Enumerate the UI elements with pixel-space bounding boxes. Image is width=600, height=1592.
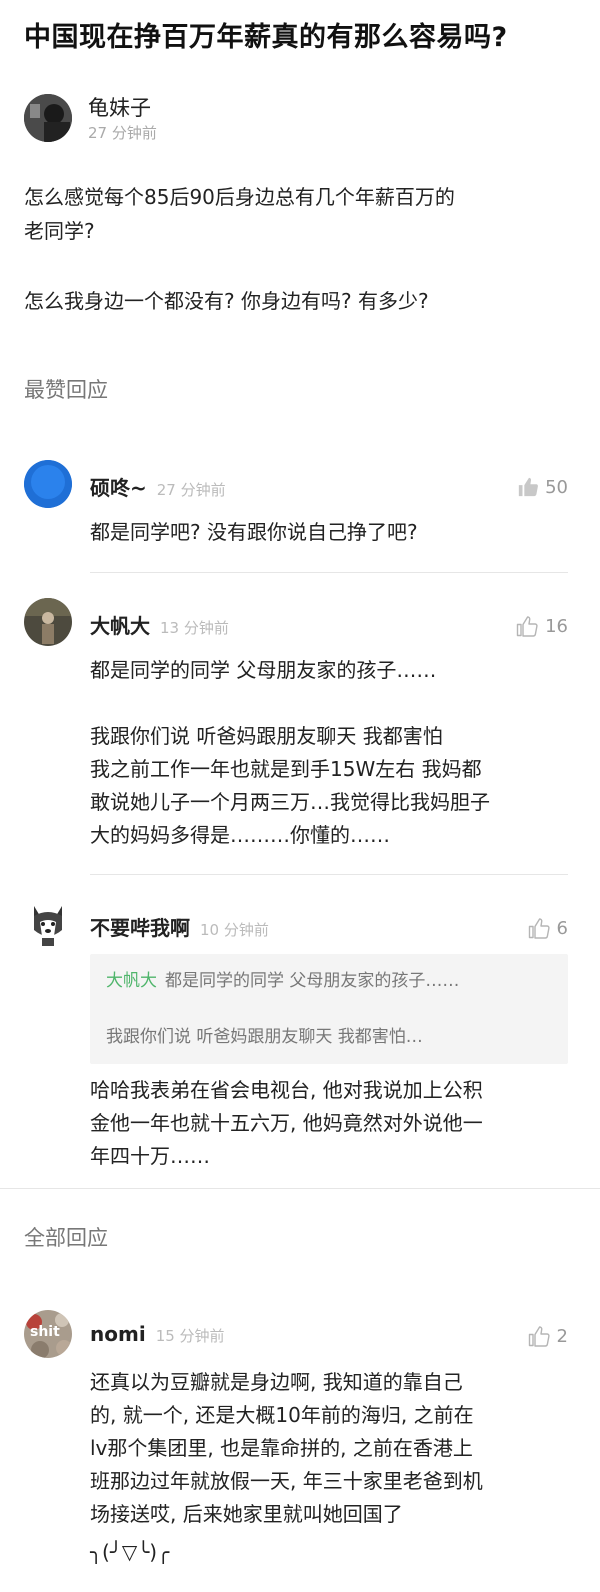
reply-author[interactable]: 大帆大	[90, 610, 150, 639]
reply-avatar-photo-icon	[24, 598, 72, 646]
reply-avatar[interactable]	[24, 900, 72, 948]
question-body-line-3: 怎么我身边一个都没有? 你身边有吗? 有多少?	[24, 289, 429, 313]
quote-author[interactable]: 大帆大	[106, 971, 157, 991]
reply-text-line: 都是同学的同学 父母朋友家的孩子……	[90, 658, 437, 682]
quote-text: 都是同学的同学 父母朋友家的孩子……	[165, 971, 460, 991]
reply-meta: 不要哔我啊 10 分钟前	[90, 912, 269, 941]
like-count: 6	[556, 917, 568, 939]
thumbs-up-outline-icon	[528, 918, 550, 939]
reply-author[interactable]: nomi	[90, 1322, 146, 1346]
reply-author[interactable]: 不要哔我啊	[90, 912, 190, 941]
reply-text-line: 还真以为豆瓣就是身边啊, 我知道的靠自己	[90, 1370, 463, 1394]
quoted-reply[interactable]: 大帆大 都是同学的同学 父母朋友家的孩子…… 我跟你们说 听爸妈跟朋友聊天 我都害…	[90, 954, 568, 1064]
avatar-caption: shit	[30, 1324, 60, 1340]
reply-text-line: 场接送哎, 后来她家里就叫她回国了	[90, 1502, 403, 1526]
reply-time: 27 分钟前	[156, 481, 226, 499]
thumbs-up-outline-icon	[516, 616, 538, 637]
author-avatar-photo-icon	[24, 94, 72, 142]
like-button[interactable]: 50	[517, 476, 568, 498]
reply-text-line: 哈哈我表弟在省会电视台, 他对我说加上公积	[90, 1078, 483, 1102]
author-avatar[interactable]	[24, 94, 72, 142]
author-name[interactable]: 龟妹子	[88, 92, 151, 122]
reply-time: 15 分钟前	[155, 1327, 225, 1345]
reply-text-line: 我之前工作一年也就是到手15W左右 我妈都	[90, 757, 482, 781]
question-body-line-2: 老同学?	[24, 219, 95, 243]
reply-text-line: 大的妈妈多得是………你懂的……	[90, 823, 390, 847]
reply-text-line: 我跟你们说 听爸妈跟朋友聊天 我都害怕	[90, 724, 443, 748]
reply-text-line: 都是同学吧? 没有跟你说自己挣了吧?	[90, 520, 418, 544]
reply-text-line: 班那边过年就放假一天, 年三十家里老爸到机	[90, 1469, 483, 1493]
thumbs-up-outline-icon	[528, 1326, 550, 1347]
reply-avatar[interactable]	[24, 598, 72, 646]
like-count: 16	[545, 615, 568, 637]
reply-text-line: 敢说她儿子一个月两三万…我觉得比我妈胆子	[90, 790, 490, 814]
reply-text-line: ╮(╯▽╰)╭	[90, 1540, 170, 1564]
divider	[90, 572, 568, 573]
like-button[interactable]: 6	[527, 916, 568, 940]
section-top-replies: 最赞回应	[24, 378, 108, 402]
reply-meta: 硕咚~ 27 分钟前	[90, 472, 226, 501]
divider	[0, 1188, 600, 1189]
like-count: 50	[545, 476, 568, 498]
reply-text-line: 年四十万……	[90, 1144, 210, 1168]
section-all-replies: 全部回应	[24, 1226, 108, 1250]
reply-text-line: 的, 就一个, 还是大概10年前的海归, 之前在	[90, 1403, 474, 1427]
reply-meta: 大帆大 13 分钟前	[90, 610, 229, 639]
reply-author[interactable]: 硕咚~	[90, 472, 147, 501]
like-button[interactable]: 16	[515, 614, 568, 638]
reply-time: 13 分钟前	[160, 619, 229, 637]
reply-time: 10 分钟前	[200, 921, 269, 939]
like-count: 2	[556, 1325, 568, 1347]
reply-avatar[interactable]	[24, 460, 72, 508]
thumbs-up-filled-icon	[518, 477, 539, 497]
husky-avatar-icon	[24, 900, 72, 948]
question-time: 27 分钟前	[88, 124, 157, 142]
reply-text-line: lv那个集团里, 也是靠命拼的, 之前在香港上	[90, 1436, 473, 1460]
divider	[90, 874, 568, 875]
reply-meta: nomi 15 分钟前	[90, 1322, 225, 1346]
question-title: 中国现在挣百万年薪真的有那么容易吗?	[24, 22, 508, 53]
reply-avatar[interactable]: shit	[24, 1310, 72, 1358]
reply-text-line: 金他一年也就十五六万, 他妈竟然对外说他一	[90, 1111, 483, 1135]
reply-avatar-blue-icon	[24, 460, 72, 508]
question-body-line-1: 怎么感觉每个85后90后身边总有几个年薪百万的	[24, 185, 455, 209]
quote-line-1: 大帆大 都是同学的同学 父母朋友家的孩子……	[106, 966, 459, 996]
like-button[interactable]: 2	[527, 1324, 568, 1348]
quote-line-2: 我跟你们说 听爸妈跟朋友聊天 我都害怕…	[106, 1027, 423, 1047]
